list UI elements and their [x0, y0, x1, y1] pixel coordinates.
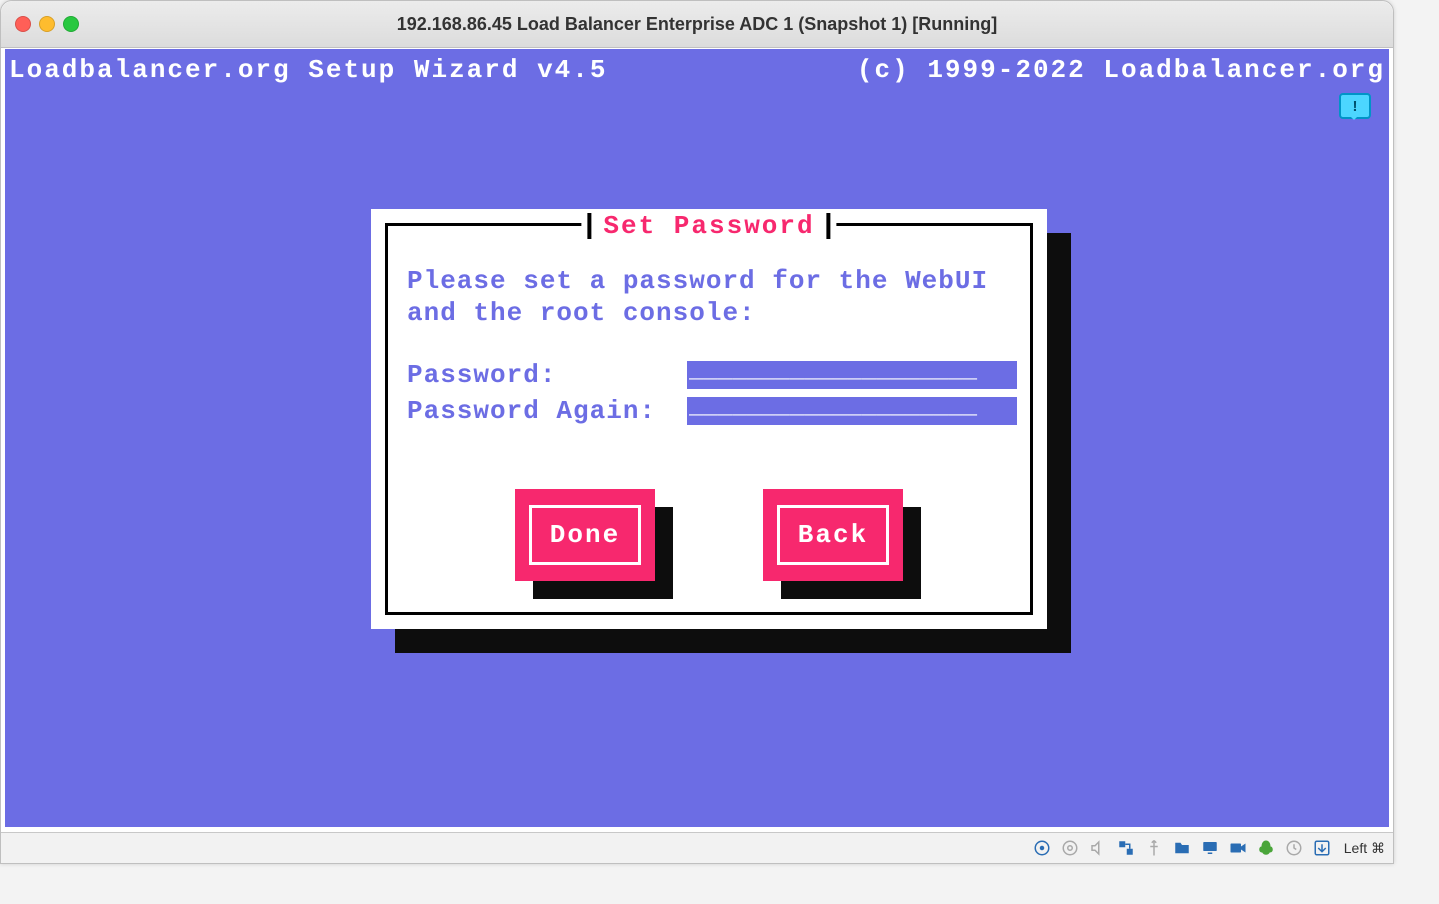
- notification-glyph: !: [1353, 99, 1358, 114]
- mouse-integration-icon[interactable]: [1282, 836, 1306, 860]
- password-label: Password:: [407, 359, 687, 391]
- password-again-input[interactable]: ____________________: [687, 397, 1017, 425]
- zoom-window-button[interactable]: [63, 16, 79, 32]
- dialog-message-line2: and the root console:: [407, 297, 1011, 329]
- hard-disk-icon[interactable]: [1030, 836, 1054, 860]
- host-key-icon[interactable]: [1310, 836, 1334, 860]
- password-row: Password: ____________________: [407, 359, 1011, 391]
- processor-icon[interactable]: [1254, 836, 1278, 860]
- password-again-underscores: ____________________: [689, 392, 1015, 424]
- password-underscores: ____________________: [689, 356, 1015, 388]
- mac-titlebar: 192.168.86.45 Load Balancer Enterprise A…: [1, 1, 1393, 48]
- dialog-panel: Set Password Please set a password for t…: [371, 209, 1047, 629]
- usb-icon[interactable]: [1142, 836, 1166, 860]
- console-header: Loadbalancer.org Setup Wizard v4.5 (c) 1…: [5, 49, 1389, 85]
- dialog-title: Set Password: [581, 211, 836, 241]
- dialog-button-row: Done Back: [371, 489, 1047, 581]
- audio-icon[interactable]: [1086, 836, 1110, 860]
- set-password-dialog: Set Password Please set a password for t…: [371, 209, 1047, 629]
- done-button-wrap: Done: [515, 489, 655, 581]
- recording-icon[interactable]: [1226, 836, 1250, 860]
- back-button-label: Back: [777, 505, 889, 565]
- done-button[interactable]: Done: [515, 489, 655, 581]
- password-again-row: Password Again: ____________________: [407, 395, 1011, 427]
- optical-drive-icon[interactable]: [1058, 836, 1082, 860]
- vm-window: 192.168.86.45 Load Balancer Enterprise A…: [0, 0, 1394, 864]
- dialog-message-line1: Please set a password for the WebUI: [407, 265, 1011, 297]
- notification-bubble-icon[interactable]: !: [1339, 93, 1371, 119]
- done-button-label: Done: [529, 505, 641, 565]
- dialog-body: Please set a password for the WebUI and …: [407, 265, 1011, 427]
- shared-folders-icon[interactable]: [1170, 836, 1194, 860]
- password-input[interactable]: ____________________: [687, 361, 1017, 389]
- vm-statusbar: Left ⌘: [1, 832, 1393, 863]
- back-button-wrap: Back: [763, 489, 903, 581]
- minimize-window-button[interactable]: [39, 16, 55, 32]
- host-key-label: Left ⌘: [1344, 840, 1385, 857]
- window-title: 192.168.86.45 Load Balancer Enterprise A…: [1, 14, 1393, 35]
- network-icon[interactable]: [1114, 836, 1138, 860]
- password-again-label: Password Again:: [407, 395, 687, 427]
- wizard-copyright: (c) 1999-2022 Loadbalancer.org: [857, 55, 1385, 85]
- back-button[interactable]: Back: [763, 489, 903, 581]
- close-window-button[interactable]: [15, 16, 31, 32]
- wizard-title: Loadbalancer.org Setup Wizard v4.5: [9, 55, 608, 85]
- console-screen: Loadbalancer.org Setup Wizard v4.5 (c) 1…: [5, 49, 1389, 827]
- display-icon[interactable]: [1198, 836, 1222, 860]
